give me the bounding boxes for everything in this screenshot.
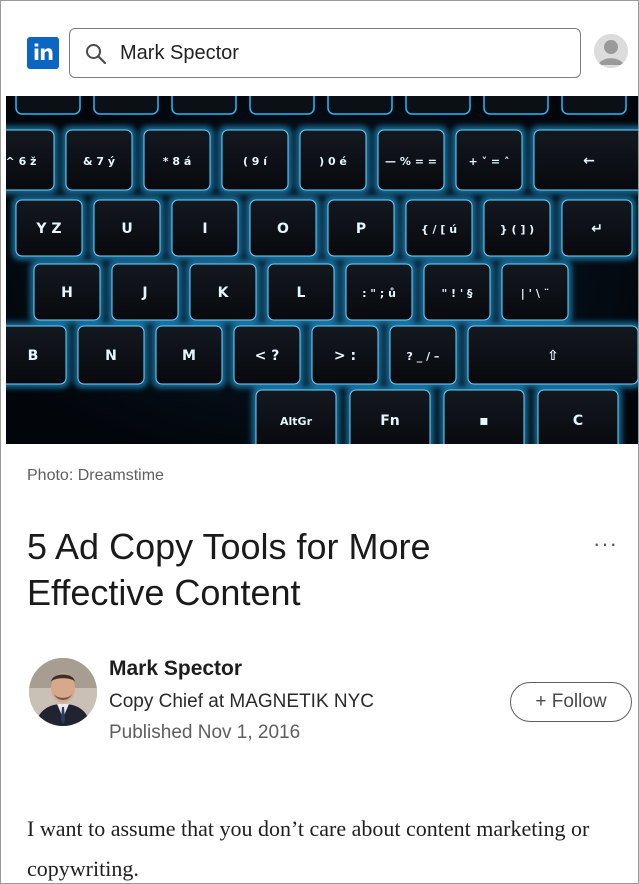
author-avatar[interactable]	[29, 658, 97, 726]
keyboard-key-label: ^ 6 ž	[6, 155, 36, 168]
keyboard-key-label: N	[105, 348, 117, 364]
follow-button[interactable]: + Follow	[510, 682, 632, 722]
keyboard-key-label: + ˅ = ˄	[469, 155, 510, 168]
keyboard-key-label: > :	[334, 348, 356, 364]
keyboard-key-label: ←	[583, 153, 595, 169]
user-avatar-icon	[594, 34, 628, 68]
keyboard-key-label: U	[121, 221, 132, 237]
keyboard-key	[405, 96, 471, 115]
published-date: Published Nov 1, 2016	[109, 722, 301, 743]
keyboard-key	[483, 96, 549, 115]
keyboard-key-label: { / [ ú	[421, 223, 457, 236]
keyboard-key-label: " ! ' §	[441, 287, 473, 300]
top-bar: in	[1, 1, 638, 96]
keyboard-key-label: * 8 á	[163, 155, 192, 168]
keyboard-key-label: B	[28, 348, 39, 364]
keyboard-key-label: AltGr	[280, 415, 313, 428]
keyboard-key-label: : " ; ů	[362, 287, 396, 300]
more-options-button[interactable]: ···	[593, 531, 618, 557]
keyboard-key-label: ⇧	[547, 348, 559, 364]
keyboard-key	[561, 96, 627, 115]
keyboard-key-label: Y Z	[35, 221, 61, 237]
user-avatar-icon[interactable]	[594, 34, 628, 68]
page-frame: in Mark Spector ^ 6 ž & 7 ý * 8 á (9 í …	[0, 0, 639, 884]
keyboard-key-label: O	[277, 221, 289, 237]
keyboard-key-label: — % = =	[385, 155, 437, 168]
keyboard-photo: ^ 6 ž & 7 ý * 8 á ( 9 í ) 0 é — % = = + ˅ = ˄ ←…	[6, 96, 638, 444]
photo-caption: Photo: Dreamstime	[27, 467, 164, 484]
keyboard-key-label: L	[297, 285, 306, 301]
keyboard-key-label: ? _ / –	[407, 350, 440, 363]
keyboard-key-label: ▪	[479, 413, 489, 429]
author-headline: Copy Chief at MAGNETIK NYC	[109, 691, 375, 712]
keyboard-key	[249, 96, 315, 115]
keyboard-key-label: I	[202, 221, 207, 237]
keyboard-key-label: M	[182, 348, 196, 364]
keyboard-key-label: Fn	[380, 413, 400, 429]
keyboard-key-label: K	[218, 285, 230, 301]
linkedin-logo[interactable]: in	[27, 37, 59, 69]
keyboard-key-label: | ' \ ¨	[521, 287, 549, 300]
keyboard-key-label: H	[61, 285, 73, 301]
keyboard-key	[327, 96, 393, 115]
keyboard-key-label: ) 0 é	[319, 155, 347, 168]
keyboard-key-label: < ?	[255, 348, 280, 364]
keyboard-key-label: J	[141, 285, 147, 301]
article-body-text: I want to assume that you don’t care abo…	[27, 816, 590, 881]
keyboard-key	[93, 96, 159, 115]
keyboard-key-label: & 7 ý	[83, 155, 115, 168]
keyboard-key-label: C	[573, 413, 583, 429]
search-input[interactable]	[120, 40, 560, 66]
keyboard-key-label: ↵	[591, 221, 603, 237]
author-name[interactable]: Mark Spector	[109, 657, 242, 681]
keyboard-key-label: ( 9 í	[243, 155, 268, 168]
keyboard-key-label: P	[356, 221, 366, 237]
keyboard-key-label: } ( ] )	[500, 223, 534, 236]
keyboard-key	[171, 96, 237, 115]
keyboard-key	[15, 96, 81, 115]
article-title: 5 Ad Copy Tools for More Effective Conte…	[27, 526, 431, 613]
search-box[interactable]	[69, 28, 581, 78]
hero-image: ^ 6 ž & 7 ý * 8 á ( 9 í ) 0 é — % = = + ˅ = ˄ ←…	[6, 96, 638, 444]
author-photo-image	[29, 658, 97, 726]
search-icon	[86, 44, 107, 65]
